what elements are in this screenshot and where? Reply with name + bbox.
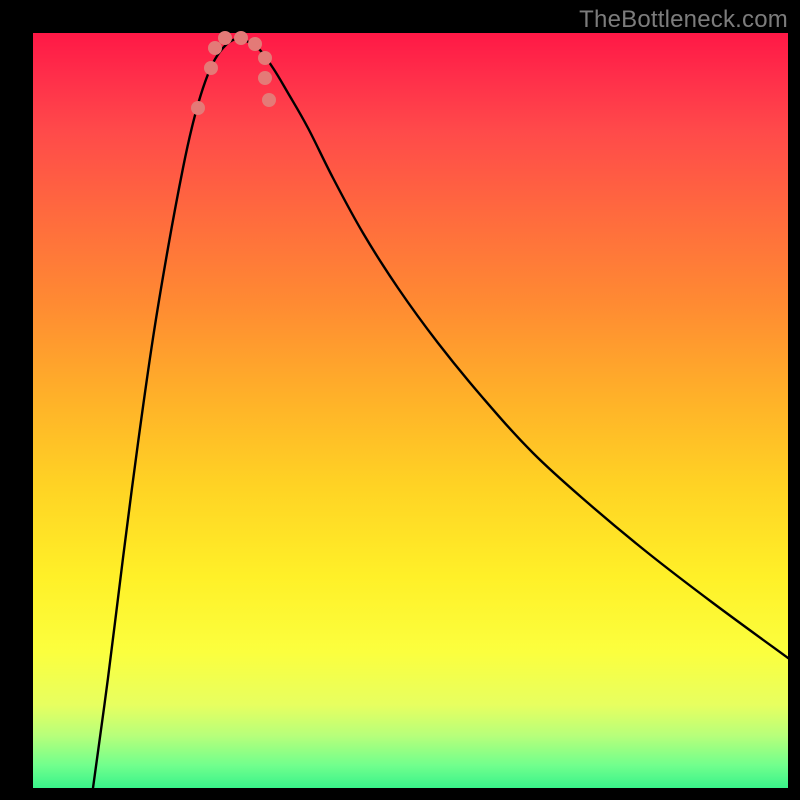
- bottleneck-curve: [93, 39, 788, 788]
- curve-marker: [248, 37, 262, 51]
- curve-markers: [191, 31, 276, 115]
- curve-marker: [208, 41, 222, 55]
- curve-marker: [258, 51, 272, 65]
- curve-marker: [258, 71, 272, 85]
- curve-layer: [33, 33, 788, 788]
- curve-marker: [218, 31, 232, 45]
- curve-marker: [262, 93, 276, 107]
- chart-frame: TheBottleneck.com: [0, 0, 800, 800]
- curve-marker: [204, 61, 218, 75]
- chart-plot-area: [33, 33, 788, 788]
- curve-marker: [234, 31, 248, 45]
- watermark-text: TheBottleneck.com: [579, 6, 788, 34]
- curve-marker: [191, 101, 205, 115]
